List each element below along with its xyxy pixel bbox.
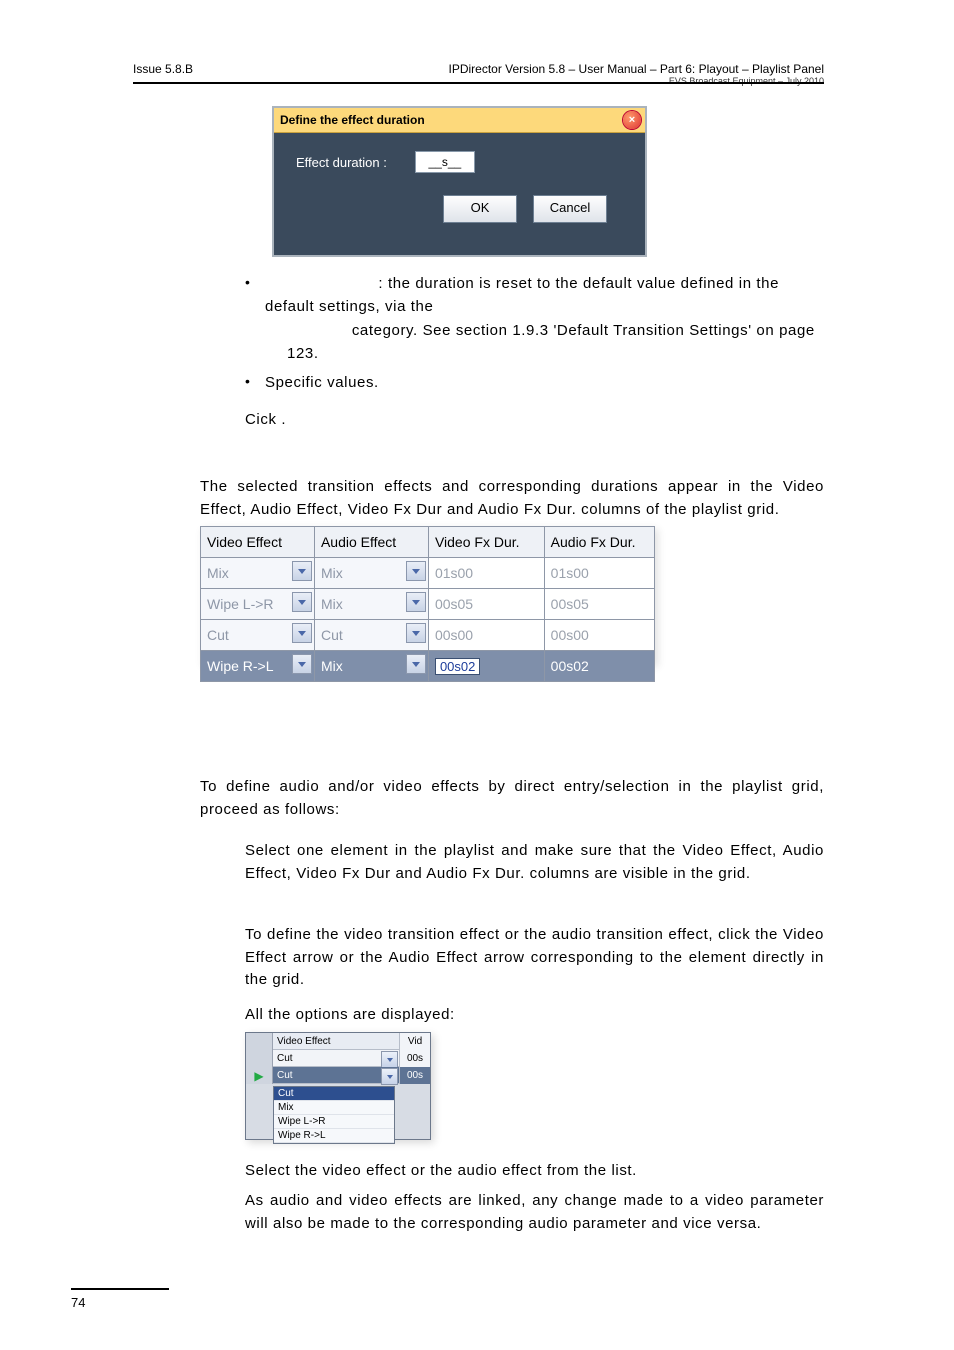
option-cut[interactable]: Cut <box>274 1087 394 1101</box>
col-audio-fx-dur: Audio Fx Dur. <box>544 527 654 558</box>
cell-vd-editing[interactable]: 00s02 <box>435 658 480 675</box>
effect-duration-input[interactable]: __s__ <box>415 151 475 173</box>
chevron-down-icon[interactable] <box>406 654 426 674</box>
col-audio-effect: Audio Effect <box>314 527 428 558</box>
chevron-down-icon[interactable] <box>406 592 426 612</box>
page-number: 74 <box>71 1295 85 1310</box>
gutter-play: ▶ <box>246 1067 273 1084</box>
option-wipe-rl[interactable]: Wipe R->L <box>274 1129 394 1143</box>
table-row: Wipe L->R Mix 00s05 00s05 <box>201 589 655 620</box>
linked-effects-paragraph: As audio and video effects are linked, a… <box>245 1190 824 1235</box>
cell-ve[interactable]: Mix <box>207 565 229 581</box>
cancel-button[interactable]: Cancel <box>533 195 607 223</box>
dropdown-list[interactable]: Cut Mix Wipe L->R Wipe R->L <box>273 1086 395 1144</box>
option-mix[interactable]: Mix <box>274 1101 394 1115</box>
cell-ad[interactable]: 00s05 <box>544 589 654 620</box>
video-effect-dropdown-figure: Video Effect Vid Cut 00s ▶ Cut 00s Cut M… <box>245 1032 431 1140</box>
click-ok-line: Cick . <box>245 408 824 431</box>
chevron-down-icon[interactable] <box>406 561 426 581</box>
col-video-effect-small: Video Effect <box>273 1033 399 1050</box>
dialog-title: Define the effect duration <box>280 113 425 127</box>
gutter <box>246 1033 273 1050</box>
header-title: IPDirector Version 5.8 – User Manual – P… <box>448 62 824 76</box>
cell-ve[interactable]: Wipe L->R <box>207 596 274 612</box>
chevron-down-icon[interactable] <box>292 592 312 612</box>
cell-ae[interactable]: Cut <box>321 627 343 643</box>
chevron-down-icon[interactable] <box>292 561 312 581</box>
bullet-default-value-text2: xxxxxxxxcategory. See section 1.9.3 'Def… <box>265 319 824 366</box>
gutter <box>246 1050 273 1067</box>
bullet-specific-values: Specific values. <box>245 371 824 394</box>
footer-rule <box>71 1288 169 1290</box>
dd-cell-selected[interactable]: Cut <box>273 1067 399 1084</box>
selected-transition-paragraph: The selected transition effects and corr… <box>200 476 824 521</box>
step-2: To define the video transition effect or… <box>245 924 824 992</box>
cell-ve[interactable]: Cut <box>207 627 229 643</box>
bullets-block: xxxxxxxxxxxxxx: the duration is reset to… <box>245 272 824 432</box>
define-effect-duration-dialog: Define the effect duration × Effect dura… <box>272 106 647 257</box>
chevron-down-icon[interactable] <box>292 623 312 643</box>
col-vid-small: Vid <box>399 1033 430 1050</box>
option-wipe-lr[interactable]: Wipe L->R <box>274 1115 394 1129</box>
cell-ae[interactable]: Mix <box>321 565 343 581</box>
cell-vd[interactable]: 01s00 <box>428 558 544 589</box>
bullet-default-value: xxxxxxxxxxxxxx: the duration is reset to… <box>245 272 824 365</box>
chevron-down-icon[interactable] <box>292 654 312 674</box>
chevron-down-icon[interactable] <box>381 1068 398 1085</box>
dialog-titlebar: Define the effect duration × <box>274 108 645 133</box>
cell-ae[interactable]: Mix <box>321 658 343 674</box>
table-row: Cut Cut 00s00 00s00 <box>201 620 655 651</box>
cell-ad[interactable]: 00s02 <box>544 651 654 682</box>
bullet-default-value-suffix: category. See section 1.9.3 'Default Tra… <box>287 322 815 362</box>
step-3: All the options are displayed: <box>245 1004 824 1027</box>
table-row: Mix Mix 01s00 01s00 <box>201 558 655 589</box>
chevron-down-icon[interactable] <box>381 1051 398 1068</box>
header-issue: Issue 5.8.B <box>133 62 193 76</box>
chevron-down-icon[interactable] <box>406 623 426 643</box>
cell-ad[interactable]: 01s00 <box>544 558 654 589</box>
cell-vd[interactable]: 00s05 <box>428 589 544 620</box>
vd-cell: 00s <box>399 1050 430 1067</box>
step-1: Select one element in the playlist and m… <box>245 840 824 885</box>
header-rule <box>133 82 824 84</box>
vd-cell: 00s <box>399 1067 430 1084</box>
table-row-selected: Wipe R->L Mix 00s02 00s02 <box>201 651 655 682</box>
steps-intro: To define audio and/or video effects by … <box>200 776 824 821</box>
close-icon[interactable]: × <box>623 111 641 129</box>
play-icon: ▶ <box>254 1069 263 1083</box>
playlist-grid-figure: Video Effect Audio Effect Video Fx Dur. … <box>200 526 655 664</box>
cell-vd[interactable]: 00s00 <box>428 620 544 651</box>
bullet-default-value-text1: : the duration is reset to the default v… <box>265 275 779 315</box>
col-video-fx-dur: Video Fx Dur. <box>428 527 544 558</box>
cell-ve[interactable]: Wipe R->L <box>207 658 274 674</box>
select-effect-line: Select the video effect or the audio eff… <box>245 1160 824 1183</box>
effect-duration-label: Effect duration : <box>296 155 387 170</box>
cell-ad[interactable]: 00s00 <box>544 620 654 651</box>
ok-button[interactable]: OK <box>443 195 517 223</box>
col-video-effect: Video Effect <box>201 527 315 558</box>
dd-cell[interactable]: Cut <box>273 1050 399 1067</box>
cell-ae[interactable]: Mix <box>321 596 343 612</box>
